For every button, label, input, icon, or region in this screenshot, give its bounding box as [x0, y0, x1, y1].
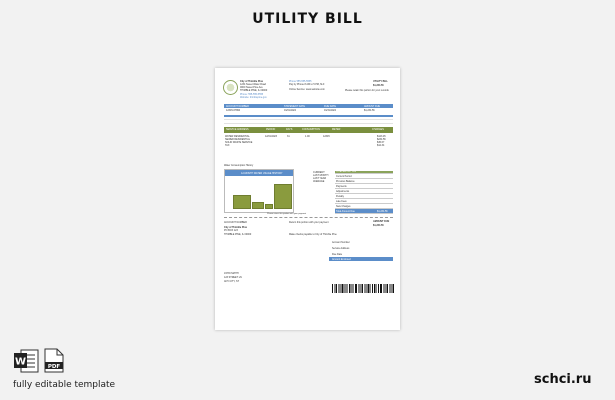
recipient-line: 123 STREET LN	[224, 276, 242, 279]
service-header-bar: SERVICE ADDRESS PERIOD DAYS CONSUMPTION …	[224, 127, 393, 133]
chart-bar	[265, 204, 273, 209]
summary-total-label: Total Amount Due	[336, 210, 355, 213]
issuer-line: THIMBLE PINE, IL 00000	[240, 89, 268, 92]
usage-chart: 12-MONTH WATER USAGE HISTORY	[224, 169, 294, 213]
summary-row-label: Previous Balance	[336, 180, 355, 183]
account-value: $1,234.56	[364, 109, 375, 112]
service-header-cell: DAYS	[286, 128, 293, 131]
service-header-cell: METER	[332, 128, 341, 131]
cut-line: Please return this portion with your pay…	[267, 213, 307, 215]
stub-row-label: Account Number	[332, 241, 350, 244]
recipient-line: JOHN SMITH	[224, 272, 239, 275]
account-header-cell: STATEMENT DATE	[284, 104, 305, 108]
chart-bar	[233, 195, 251, 209]
account-header-cell: ACCOUNT NUMBER	[226, 104, 249, 108]
stub-highlight-row: Amount Enclosed	[329, 257, 393, 261]
account-header-cell: AMOUNT DUE	[364, 104, 381, 108]
chart-header: 12-MONTH WATER USAGE HISTORY	[225, 170, 293, 176]
service-row-period: 12/01/2023	[265, 135, 277, 138]
service-header-cell: PERIOD	[266, 128, 276, 131]
summary-row-label: Adjustments	[336, 190, 350, 193]
stub-row-label: Service Address	[332, 247, 350, 250]
account-value: 12345-67890	[226, 109, 241, 112]
due-box-label: UTILITY BILL	[373, 80, 388, 83]
stub-left: THIMBLE PINE, IL 00000	[224, 233, 252, 236]
chart-caption: Water Consumption History	[224, 164, 254, 167]
summary-row-label: New Charges	[336, 205, 351, 208]
account-header-bar: ACCOUNT NUMBER STATEMENT DATE DUE DATE A…	[224, 104, 393, 108]
account-header-cell: DUE DATE	[324, 104, 336, 108]
service-row-meter: 12345	[323, 135, 330, 138]
word-doc-icon: W	[14, 349, 39, 373]
pdf-doc-icon: PDF	[44, 348, 64, 373]
due-box-note: Please retain this portion for your reco…	[345, 89, 389, 92]
chart-bar	[274, 184, 292, 209]
summary-row-label: Late Fees	[336, 200, 347, 203]
recipient-line: ANY CITY, ST	[224, 280, 240, 283]
service-row-charge: $12.34	[377, 144, 385, 147]
stub-row-label: Due Date	[332, 253, 343, 256]
summary-row-label: Penalty	[336, 195, 344, 198]
legend-item: AVERAGE	[313, 180, 325, 183]
city-seal-logo	[223, 80, 238, 95]
service-header-cell: CHARGES	[372, 128, 384, 131]
service-row-label: TAX	[225, 144, 230, 147]
account-value: 01/31/2024	[324, 109, 336, 112]
stub-row-label: Amount Enclosed	[332, 257, 351, 261]
cut-line-rule	[224, 217, 393, 218]
stub-middle: Return this portion with your payment	[289, 221, 329, 224]
issuer-website: Website: thimblepine.gov	[240, 96, 267, 99]
barcode	[332, 284, 394, 293]
summary-total-value: $1,234.56	[377, 210, 388, 213]
stub-amount-label: AMOUNT DUE	[373, 220, 390, 223]
chart-header-label: 12-MONTH WATER USAGE HISTORY	[241, 171, 283, 175]
account-value: 01/01/2024	[284, 109, 296, 112]
template-caption: fully editable template	[13, 380, 116, 390]
service-row-days: 31	[287, 135, 290, 138]
utility-bill-document: City of Thimble Pine 1234 Sweet Water Ro…	[215, 68, 400, 330]
stub-left: ACCOUNT NUMBER	[224, 221, 247, 224]
contact-line: Online Service: www.website.com	[289, 88, 325, 91]
summary-row-label: Payments	[336, 185, 347, 188]
summary-row-label: Current Period	[336, 175, 352, 178]
divider-bar	[224, 115, 393, 117]
svg-text:PDF: PDF	[48, 364, 61, 370]
service-header-cell: SERVICE ADDRESS	[226, 128, 249, 131]
stub-middle: Make checks payable to City of Thimble P…	[289, 233, 337, 236]
summary-table: TOTAL AMOUNT DUE Current Period Previous…	[335, 171, 393, 214]
summary-total-row: Total Amount Due $1,234.56	[335, 209, 393, 214]
due-box-amount: $1,234.56	[373, 84, 384, 87]
svg-text:W: W	[15, 357, 26, 368]
service-row-consumption: 1.00	[305, 135, 310, 138]
brand-watermark: schci.ru	[534, 372, 592, 387]
chart-bar	[252, 202, 264, 209]
row-rules	[224, 119, 393, 127]
stub-left: PO BOX 123	[224, 229, 238, 232]
service-header-cell: CONSUMPTION	[302, 128, 320, 131]
stub-amount: $1,234.56	[373, 224, 384, 227]
contact-line: Pay by Phone 8 AM to 5 PM, M-F	[289, 83, 325, 86]
page-title: UTILITY BILL	[252, 11, 363, 27]
